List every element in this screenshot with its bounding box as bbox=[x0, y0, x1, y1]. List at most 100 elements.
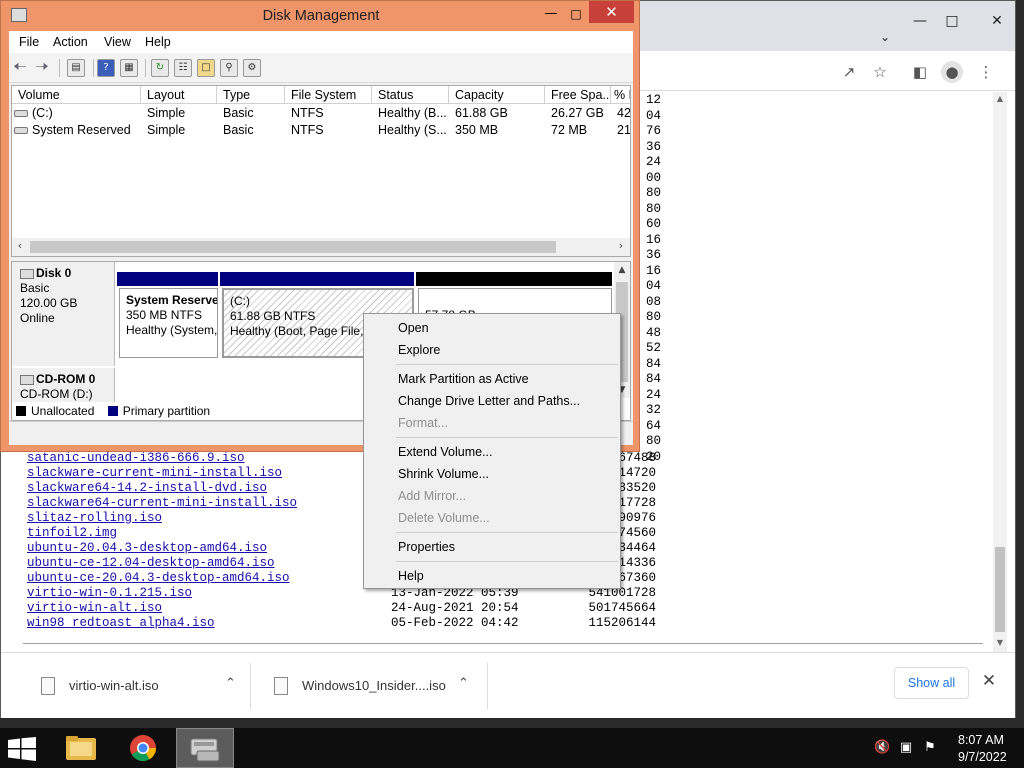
taskbar-disk-management[interactable] bbox=[176, 728, 234, 768]
scrollbar-thumb[interactable] bbox=[995, 547, 1005, 632]
table-row[interactable]: (C:) bbox=[14, 105, 140, 122]
column-header-free-space[interactable]: Free Spa... bbox=[545, 86, 611, 104]
file-link[interactable]: slackware-current-mini-install.iso bbox=[27, 466, 282, 480]
back-arrow-icon[interactable]: 🠠 bbox=[11, 59, 29, 77]
volume-muted-icon[interactable]: 🔇 bbox=[874, 740, 890, 756]
size-fragment: 16 bbox=[645, 263, 661, 278]
column-header-file-system[interactable]: File System bbox=[285, 86, 372, 104]
folder-icon bbox=[66, 736, 96, 760]
volume-free-space: 26.27 GB bbox=[551, 106, 604, 120]
close-icon[interactable]: ✕ bbox=[980, 671, 998, 691]
column-header-type[interactable]: Type bbox=[217, 86, 285, 104]
disk-management-icon bbox=[190, 738, 220, 762]
disk-0-label[interactable]: Disk 0 Basic 120.00 GB Online bbox=[12, 262, 115, 366]
file-date: 05-Feb-2022 04:42 bbox=[391, 616, 519, 630]
menu-item-extend-volume[interactable]: Extend Volume... bbox=[398, 442, 493, 462]
partition-system-reserved[interactable]: System Reserve 350 MB NTFS Healthy (Syst… bbox=[119, 288, 218, 358]
menu-view[interactable]: View bbox=[104, 35, 131, 49]
side-panel-icon[interactable]: ◧ bbox=[909, 61, 931, 83]
window-titlebar[interactable]: Disk Management — □ ✕ bbox=[1, 1, 639, 31]
forward-arrow-icon[interactable]: 🠢 bbox=[33, 59, 51, 77]
refresh-icon[interactable]: ↻ bbox=[151, 59, 169, 77]
maximize-button[interactable]: □ bbox=[564, 3, 588, 25]
menu-item-mark-active[interactable]: Mark Partition as Active bbox=[398, 369, 529, 389]
download-item[interactable]: virtio-win-alt.iso ⌃ bbox=[21, 663, 251, 709]
file-link[interactable]: win98_redtoast_alpha4.iso bbox=[27, 616, 215, 630]
menu-file[interactable]: File bbox=[19, 35, 39, 49]
bookmark-star-icon[interactable]: ☆ bbox=[869, 61, 891, 83]
browser-minimize-button[interactable]: — bbox=[904, 7, 936, 35]
close-button[interactable]: ✕ bbox=[589, 1, 634, 23]
volume-name: (C:) bbox=[32, 106, 53, 120]
share-icon[interactable]: ↗ bbox=[838, 61, 860, 83]
cdrom-0-label[interactable]: CD-ROM 0 CD-ROM (D:) bbox=[12, 368, 115, 402]
action-center-flag-icon[interactable]: ⚑ bbox=[922, 740, 938, 756]
taskbar-file-explorer[interactable] bbox=[52, 728, 110, 768]
file-date: 24-Aug-2021 20:54 bbox=[391, 601, 519, 615]
network-icon[interactable]: ▣ bbox=[898, 740, 914, 756]
scroll-down-arrow-icon[interactable]: ▼ bbox=[993, 638, 1007, 650]
scroll-up-arrow-icon[interactable]: ▲ bbox=[615, 265, 629, 275]
page-scrollbar[interactable]: ▲ ▼ bbox=[993, 92, 1007, 652]
chevron-up-icon[interactable]: ⌃ bbox=[458, 676, 469, 691]
chevron-up-icon[interactable]: ⌃ bbox=[225, 676, 236, 691]
show-all-button[interactable]: Show all bbox=[894, 667, 969, 699]
table-row[interactable]: System Reserved bbox=[14, 122, 140, 139]
clock-date[interactable]: 9/7/2022 bbox=[958, 750, 1007, 764]
scroll-up-arrow-icon[interactable]: ▲ bbox=[993, 94, 1007, 106]
size-fragment: 80 bbox=[645, 434, 661, 448]
show-action-pane-icon[interactable]: ▦ bbox=[120, 59, 138, 77]
scroll-left-arrow-icon[interactable]: ‹ bbox=[13, 239, 27, 255]
menu-item-properties[interactable]: Properties bbox=[398, 537, 455, 557]
column-header-layout[interactable]: Layout bbox=[141, 86, 217, 104]
column-header-status[interactable]: Status bbox=[372, 86, 449, 104]
legend-unallocated: Unallocated bbox=[31, 404, 95, 418]
horizontal-scrollbar[interactable]: ‹ › bbox=[12, 238, 630, 256]
file-link[interactable]: tinfoil2.img bbox=[27, 526, 117, 540]
file-link[interactable]: ubuntu-ce-12.04-desktop-amd64.iso bbox=[27, 556, 275, 570]
file-link[interactable]: slitaz-rolling.iso bbox=[27, 511, 162, 525]
file-link[interactable]: virtio-win-0.1.215.iso bbox=[27, 586, 192, 600]
properties-icon[interactable]: ☷ bbox=[174, 59, 192, 77]
scrollbar-thumb[interactable] bbox=[30, 241, 556, 253]
column-header-volume[interactable]: Volume bbox=[12, 86, 141, 104]
volume-status: Healthy (B... bbox=[378, 106, 447, 120]
taskbar-chrome[interactable] bbox=[114, 728, 172, 768]
volume-list: Volume Layout Type File System Status Ca… bbox=[11, 85, 631, 257]
menu-kebab-icon[interactable]: ⋮ bbox=[975, 61, 997, 83]
volume-percent-free: 21 bbox=[617, 123, 631, 137]
profile-avatar-icon[interactable]: ● bbox=[941, 61, 963, 83]
partition-color-bar bbox=[220, 272, 414, 286]
browser-maximize-button[interactable]: □ bbox=[936, 7, 968, 35]
menu-item-open[interactable]: Open bbox=[398, 318, 429, 338]
tab-search-chevron-icon[interactable]: ⌄ bbox=[869, 23, 901, 51]
show-hide-console-tree-icon[interactable]: ▤ bbox=[67, 59, 85, 77]
column-header-percent-free[interactable]: % F bbox=[611, 86, 630, 104]
menu-item-help[interactable]: Help bbox=[398, 566, 424, 586]
browser-close-button[interactable]: ✕ bbox=[981, 7, 1013, 35]
cdrom-name: CD-ROM 0 bbox=[36, 372, 96, 386]
start-windows-icon[interactable] bbox=[8, 737, 38, 761]
download-item[interactable]: Windows10_Insider....iso ⌃ bbox=[254, 663, 488, 709]
scroll-right-arrow-icon[interactable]: › bbox=[614, 239, 628, 255]
file-link[interactable]: virtio-win-alt.iso bbox=[27, 601, 162, 615]
menu-help[interactable]: Help bbox=[145, 35, 171, 49]
help-icon[interactable]: ? bbox=[97, 59, 115, 77]
menu-item-change-drive-letter[interactable]: Change Drive Letter and Paths... bbox=[398, 391, 580, 411]
file-link[interactable]: slackware64-current-mini-install.iso bbox=[27, 496, 297, 510]
menu-action[interactable]: Action bbox=[53, 35, 88, 49]
settings-icon[interactable]: ⚙ bbox=[243, 59, 261, 77]
download-name: virtio-win-alt.iso bbox=[69, 678, 159, 693]
column-header-capacity[interactable]: Capacity bbox=[449, 86, 545, 104]
file-link[interactable]: satanic-undead-i386-666.9.iso bbox=[27, 451, 245, 465]
clock-time[interactable]: 8:07 AM bbox=[958, 733, 1004, 747]
file-link[interactable]: ubuntu-20.04.3-desktop-amd64.iso bbox=[27, 541, 267, 555]
search-icon[interactable]: ⚲ bbox=[220, 59, 238, 77]
size-fragment: 00 bbox=[645, 170, 661, 185]
open-folder-icon[interactable]: □ bbox=[197, 59, 215, 77]
minimize-button[interactable]: — bbox=[539, 3, 563, 25]
menu-item-explore[interactable]: Explore bbox=[398, 340, 440, 360]
file-link[interactable]: ubuntu-ce-20.04.3-desktop-amd64.iso bbox=[27, 571, 290, 585]
menu-item-shrink-volume[interactable]: Shrink Volume... bbox=[398, 464, 489, 484]
file-link[interactable]: slackware64-14.2-install-dvd.iso bbox=[27, 481, 267, 495]
